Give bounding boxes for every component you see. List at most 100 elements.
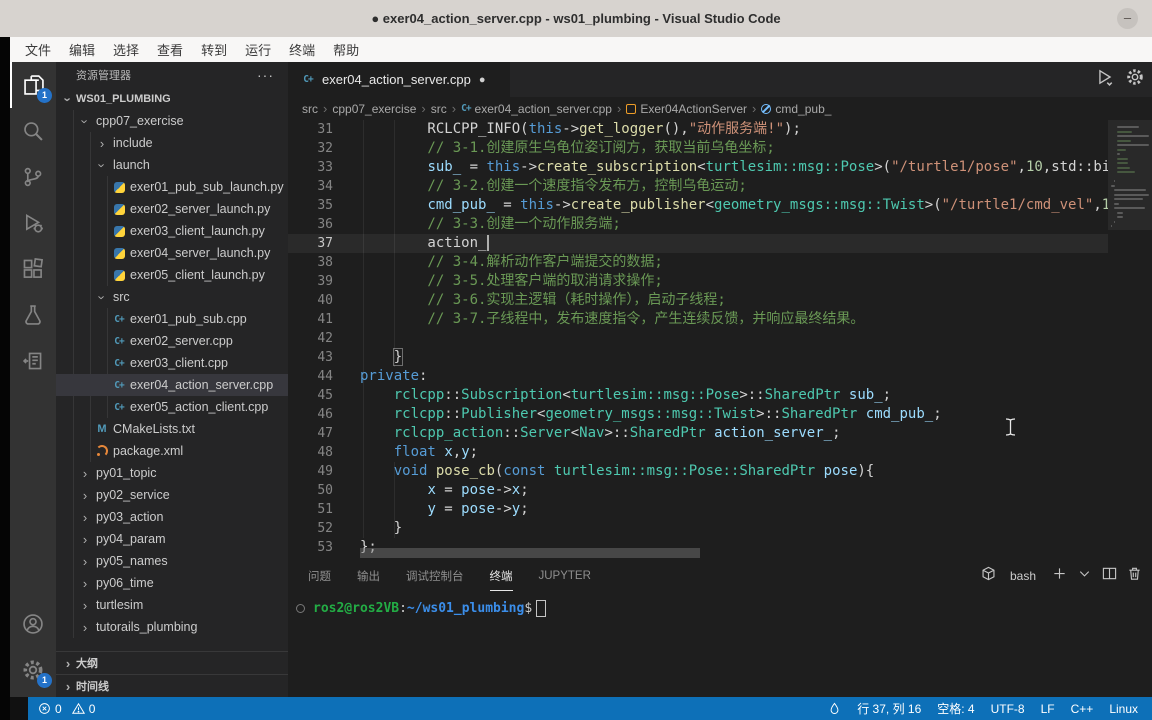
python-icon	[113, 269, 125, 281]
code-line-42: 42	[288, 329, 1108, 348]
tree-item-exer02_server.cpp[interactable]: C+ exer02_server.cpp	[56, 330, 288, 352]
terminal-prompt-line[interactable]: ros2@ros2VB : ~/ws01_plumbing $	[296, 600, 547, 617]
menu-item-3[interactable]: 查看	[148, 40, 192, 59]
minimap-line	[1116, 157, 1128, 160]
tree-item-py04_param[interactable]: py04_param	[56, 528, 288, 550]
dirty-indicator-icon[interactable]: ●	[479, 74, 486, 86]
tree-item-src[interactable]: src	[56, 286, 288, 308]
panel-tab-3[interactable]: 终端	[489, 562, 513, 591]
cpp-icon: C+	[114, 313, 125, 325]
trash-icon	[1127, 566, 1142, 581]
activity-item-explorer[interactable]: 1	[10, 62, 56, 108]
menu-item-5[interactable]: 运行	[236, 40, 280, 59]
panel-actions: bash	[981, 560, 1142, 592]
tree-item-cpp07_exercise[interactable]: cpp07_exercise	[56, 110, 288, 132]
kill-terminal-button[interactable]	[1127, 566, 1142, 586]
menu-item-7[interactable]: 帮助	[324, 40, 368, 59]
mouse-ibeam-cursor	[1004, 417, 1017, 442]
new-terminal-button[interactable]	[1052, 566, 1067, 586]
testing-icon	[22, 304, 44, 326]
horizontal-scrollbar[interactable]	[360, 548, 700, 558]
tree-item-py02_service[interactable]: py02_service	[56, 484, 288, 506]
activity-item-search[interactable]	[10, 108, 56, 154]
activity-item-run-debug[interactable]	[10, 200, 56, 246]
tree-item-py03_action[interactable]: py03_action	[56, 506, 288, 528]
code-area[interactable]: 31 RCLCPP_INFO(this->get_logger(),"动作服务端…	[288, 120, 1108, 560]
tree-item-exer05_action_client.cpp[interactable]: C+ exer05_action_client.cpp	[56, 396, 288, 418]
breadcrumb-item[interactable]: C+ exer04_action_server.cpp	[461, 102, 612, 116]
tree-item-CMakeLists.txt[interactable]: M CMakeLists.txt	[56, 418, 288, 440]
menu-item-1[interactable]: 编辑	[60, 40, 104, 59]
activity-item-settings[interactable]: 1	[10, 647, 56, 693]
activity-item-references[interactable]	[10, 338, 56, 384]
status-item-C++[interactable]: C++	[1071, 702, 1094, 716]
tree-item-py06_time[interactable]: py06_time	[56, 572, 288, 594]
tree-item-py01_topic[interactable]: py01_topic	[56, 462, 288, 484]
run-button[interactable]	[1096, 68, 1114, 91]
token: "/turtle1/pose"	[891, 159, 1018, 175]
code-line-text: void pose_cb(const turtlesim::msg::Pose:…	[360, 462, 875, 481]
status-item-空格: 4[interactable]: 空格: 4	[937, 700, 974, 717]
status-item-Linux[interactable]: Linux	[1109, 702, 1138, 716]
sidebar-section-0[interactable]: 大纲	[56, 651, 288, 674]
status-item-0[interactable]: 0	[38, 702, 62, 716]
panel-tab-2[interactable]: 调试控制台	[406, 562, 464, 590]
tree-item-launch[interactable]: launch	[56, 154, 288, 176]
minimap[interactable]	[1108, 120, 1152, 560]
tree-item-exer05_client_launch.py[interactable]: exer05_client_launch.py	[56, 264, 288, 286]
token: const	[503, 463, 546, 479]
breadcrumb-item[interactable]: cmd_pub_	[761, 102, 831, 116]
token: this	[528, 121, 563, 137]
menu-item-4[interactable]: 转到	[192, 40, 236, 59]
tree-item-package.xml[interactable]: package.xml	[56, 440, 288, 462]
explorer-title: 资源管理器	[76, 70, 131, 82]
tree-item-exer03_client.cpp[interactable]: C+ exer03_client.cpp	[56, 352, 288, 374]
activity-item-testing[interactable]	[10, 292, 56, 338]
status-item-行 37, 列 16[interactable]: 行 37, 列 16	[857, 700, 921, 717]
sidebar-section-1[interactable]: 时间线	[56, 674, 288, 697]
panel-tab-4[interactable]: JUPYTER	[539, 564, 591, 588]
menu-item-2[interactable]: 选择	[104, 40, 148, 59]
tree-item-label: cpp07_exercise	[96, 114, 184, 128]
tree-item-exer01_pub_sub.cpp[interactable]: C+ exer01_pub_sub.cpp	[56, 308, 288, 330]
token: // 3-6.实现主逻辑（耗时操作），启动子线程;	[360, 292, 726, 308]
tree-item-py05_names[interactable]: py05_names	[56, 550, 288, 572]
sidebar-section-label: 时间线	[76, 681, 109, 693]
token: // 3-3.创建一个动作服务端;	[360, 216, 621, 232]
activity-item-source-control[interactable]	[10, 154, 56, 200]
status-item-0[interactable]: 0	[71, 702, 95, 716]
tree-item-exer03_client_launch.py[interactable]: exer03_client_launch.py	[56, 220, 288, 242]
activity-item-extensions[interactable]	[10, 246, 56, 292]
more-actions-icon[interactable]: ···	[257, 67, 274, 83]
menu-item-6[interactable]: 终端	[280, 40, 324, 59]
tree-item-include[interactable]: include	[56, 132, 288, 154]
shell-name[interactable]: bash	[1010, 569, 1036, 583]
split-terminal-button[interactable]	[1102, 566, 1117, 586]
menu-item-0[interactable]: 文件	[16, 40, 60, 59]
panel-tab-0[interactable]: 问题	[308, 562, 331, 590]
file-icon-cpp: C+	[111, 377, 127, 393]
breadcrumb-item[interactable]: Exer04ActionServer	[626, 102, 747, 116]
breadcrumb-item[interactable]: src	[302, 102, 318, 116]
status-item-ros[interactable]	[828, 702, 841, 715]
tree-item-exer04_action_server.cpp[interactable]: C+ exer04_action_server.cpp	[56, 374, 288, 396]
minimize-button[interactable]: –	[1117, 8, 1138, 29]
workspace-root[interactable]: WS01_PLUMBING	[56, 88, 288, 110]
terminal-dropdown-button[interactable]	[1077, 566, 1092, 586]
tree-item-exer04_server_launch.py[interactable]: exer04_server_launch.py	[56, 242, 288, 264]
tree-item-label: exer05_action_client.cpp	[130, 400, 269, 414]
token: turtlesim::msg::Pose::SharedPtr	[553, 463, 816, 479]
tree-item-exer01_pub_sub_launch.py[interactable]: exer01_pub_sub_launch.py	[56, 176, 288, 198]
tree-item-turtlesim[interactable]: turtlesim	[56, 594, 288, 616]
tree-item-tutorails_plumbing[interactable]: tutorails_plumbing	[56, 616, 288, 638]
breadcrumb-item[interactable]: src	[431, 102, 447, 116]
code-line-text: // 3-3.创建一个动作服务端;	[360, 215, 621, 234]
tree-item-exer02_server_launch.py[interactable]: exer02_server_launch.py	[56, 198, 288, 220]
editor-tab[interactable]: C+ exer04_action_server.cpp ●	[288, 62, 510, 97]
status-item-UTF-8[interactable]: UTF-8	[991, 702, 1025, 716]
editor-settings-button[interactable]	[1126, 68, 1144, 91]
status-item-LF[interactable]: LF	[1041, 702, 1055, 716]
activity-item-account[interactable]	[10, 601, 56, 647]
breadcrumb-item[interactable]: cpp07_exercise	[332, 102, 416, 116]
panel-tab-1[interactable]: 输出	[357, 562, 380, 590]
